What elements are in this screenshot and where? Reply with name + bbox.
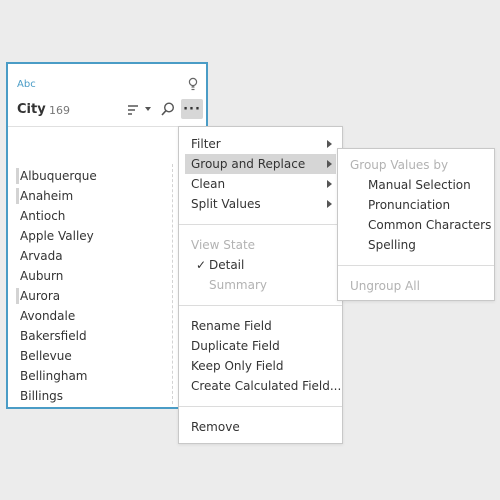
value-label: Aurora xyxy=(20,289,61,303)
menu-item-label: Group and Replace xyxy=(191,157,306,171)
list-item[interactable]: Bellevue xyxy=(18,346,97,366)
menu-item-split-values[interactable]: Split Values xyxy=(179,194,342,214)
list-item[interactable]: Albuquerque xyxy=(16,166,97,186)
menu-heading-view-state: View State xyxy=(191,238,256,252)
value-label: Auburn xyxy=(20,269,64,283)
value-label: Avondale xyxy=(20,309,76,323)
search-icon[interactable] xyxy=(160,101,176,117)
menu-item-filter[interactable]: Filter xyxy=(179,134,342,154)
menu-separator xyxy=(179,305,342,306)
chevron-right-icon xyxy=(327,180,332,188)
context-menu: Filter Group and Replace Clean Split Val… xyxy=(178,126,343,444)
value-label: Bellevue xyxy=(20,349,72,363)
menu-item-group-and-replace[interactable]: Group and Replace xyxy=(185,154,336,174)
value-label: Anaheim xyxy=(20,189,74,203)
menu-item-create-calculated-field[interactable]: Create Calculated Field... xyxy=(179,376,342,396)
data-type-label[interactable]: Abc xyxy=(17,79,36,90)
value-label: Albuquerque xyxy=(20,169,97,183)
menu-item-label: Clean xyxy=(191,177,226,191)
chevron-right-icon xyxy=(327,160,332,168)
value-list: Albuquerque Anaheim Antioch Apple Valley… xyxy=(16,166,97,406)
value-label: Billings xyxy=(20,389,64,403)
more-options-button[interactable]: ··· xyxy=(181,99,203,119)
value-label: Bakersfield xyxy=(20,329,87,343)
menu-item-label: Filter xyxy=(191,137,221,151)
chevron-right-icon xyxy=(327,140,332,148)
list-item[interactable]: Arvada xyxy=(18,246,97,266)
value-label: Bellingham xyxy=(20,369,88,383)
submenu-item-manual-selection[interactable]: Manual Selection xyxy=(338,175,494,195)
sort-icon[interactable] xyxy=(127,102,153,118)
submenu-item-common-characters[interactable]: Common Characters xyxy=(338,215,494,235)
checkmark-icon: ✓ xyxy=(196,258,207,272)
menu-separator xyxy=(179,224,342,225)
menu-item-summary: Summary xyxy=(209,278,267,292)
submenu-item-pronunciation[interactable]: Pronunciation xyxy=(338,195,494,215)
submenu-item-spelling[interactable]: Spelling xyxy=(338,235,494,255)
group-and-replace-submenu: Group Values by Manual Selection Pronunc… xyxy=(337,148,495,301)
menu-separator xyxy=(338,265,494,266)
list-item[interactable]: Billings xyxy=(18,386,97,406)
value-label: Arvada xyxy=(20,249,63,263)
menu-item-label: Split Values xyxy=(191,197,261,211)
list-item[interactable]: Avondale xyxy=(18,306,97,326)
list-item[interactable]: Aurora xyxy=(16,286,97,306)
field-count: 169 xyxy=(49,104,70,117)
list-item[interactable]: Auburn xyxy=(18,266,97,286)
submenu-item-ungroup-all: Ungroup All xyxy=(350,279,420,293)
list-item[interactable]: Apple Valley xyxy=(18,226,97,246)
menu-item-duplicate-field[interactable]: Duplicate Field xyxy=(179,336,342,356)
list-item[interactable]: Antioch xyxy=(18,206,97,226)
submenu-heading-group-values-by: Group Values by xyxy=(350,158,449,172)
value-label: Apple Valley xyxy=(20,229,94,243)
menu-item-rename-field[interactable]: Rename Field xyxy=(179,316,342,336)
field-name: City xyxy=(17,102,46,117)
lightbulb-icon[interactable] xyxy=(188,77,198,93)
list-item[interactable]: Bakersfield xyxy=(18,326,97,346)
menu-item-detail[interactable]: ✓ Detail xyxy=(179,255,342,275)
list-item[interactable]: Anaheim xyxy=(16,186,97,206)
card-divider xyxy=(8,126,206,127)
menu-item-remove[interactable]: Remove xyxy=(179,417,342,437)
menu-item-keep-only-field[interactable]: Keep Only Field xyxy=(179,356,342,376)
value-label: Antioch xyxy=(20,209,66,223)
menu-item-clean[interactable]: Clean xyxy=(179,174,342,194)
list-item[interactable]: Bellingham xyxy=(18,366,97,386)
menu-item-label: Detail xyxy=(209,258,245,272)
menu-separator xyxy=(179,406,342,407)
chevron-right-icon xyxy=(327,200,332,208)
